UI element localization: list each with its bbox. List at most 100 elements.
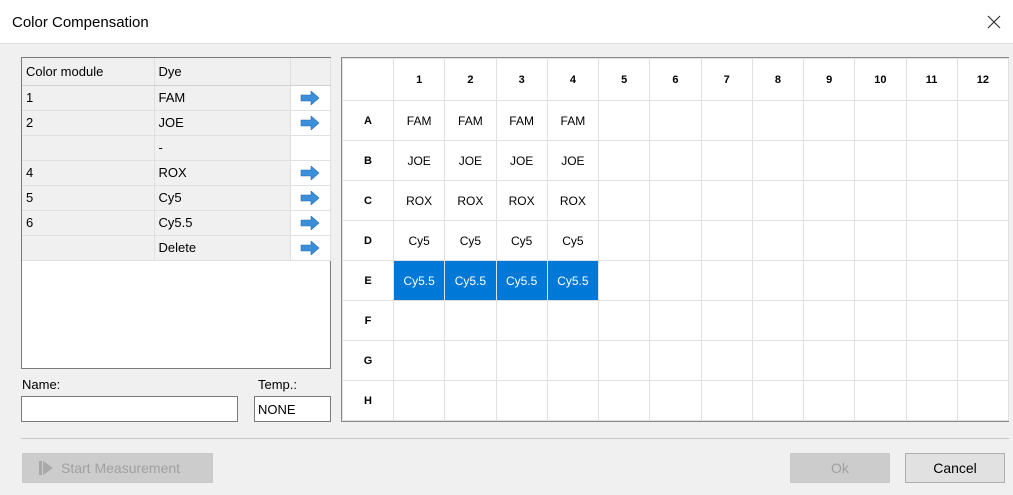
plate-well[interactable]	[956, 260, 1010, 301]
plate-well[interactable]: Cy5.5	[444, 260, 497, 301]
plate-row-header[interactable]: F	[342, 300, 394, 341]
close-button[interactable]	[979, 8, 1009, 36]
plate-well[interactable]	[700, 300, 753, 341]
plate-column-header[interactable]: 7	[700, 58, 753, 101]
plate-well[interactable]	[546, 380, 600, 421]
dye-row-assign-button[interactable]	[290, 185, 331, 211]
plate-well[interactable]: FAM	[546, 100, 600, 141]
plate-well[interactable]	[597, 140, 651, 181]
plate-well[interactable]	[649, 100, 702, 141]
plate-row-header[interactable]: A	[342, 100, 394, 141]
plate-well[interactable]: Cy5	[444, 220, 497, 261]
plate-well[interactable]	[700, 340, 753, 381]
plate-well[interactable]	[956, 180, 1010, 221]
plate-row-header[interactable]: H	[342, 380, 394, 421]
plate-well[interactable]: JOE	[546, 140, 600, 181]
dye-row-dye[interactable]: -	[154, 135, 291, 161]
plate-well[interactable]	[751, 140, 805, 181]
plate-well[interactable]	[854, 300, 907, 341]
plate-column-header[interactable]: 2	[444, 58, 497, 101]
plate-well[interactable]	[854, 220, 907, 261]
plate-well[interactable]: Cy5.5	[546, 260, 600, 301]
plate-well[interactable]	[854, 140, 907, 181]
plate-well[interactable]	[546, 340, 600, 381]
plate-well[interactable]	[905, 180, 958, 221]
dye-row[interactable]: 2 JOE	[22, 110, 331, 136]
plate-well[interactable]	[905, 380, 958, 421]
plate-well[interactable]	[444, 380, 497, 421]
plate-column-header[interactable]: 1	[392, 58, 446, 101]
plate-well[interactable]: JOE	[495, 140, 548, 181]
dye-row[interactable]: 4 ROX	[22, 160, 331, 186]
plate-well[interactable]	[751, 340, 805, 381]
plate-well[interactable]: FAM	[392, 100, 446, 141]
plate-well[interactable]	[956, 340, 1010, 381]
plate-well[interactable]: Cy5	[392, 220, 446, 261]
plate-well[interactable]	[649, 260, 702, 301]
plate-row-header[interactable]: E	[342, 260, 394, 301]
plate-well[interactable]	[700, 140, 753, 181]
plate-well[interactable]	[854, 340, 907, 381]
dye-row[interactable]: 6 Cy5.5	[22, 210, 331, 236]
plate-well[interactable]: Cy5	[546, 220, 600, 261]
plate-well[interactable]	[802, 260, 856, 301]
plate-well[interactable]	[802, 220, 856, 261]
dye-row-assign-button[interactable]	[290, 235, 331, 261]
plate-well[interactable]	[649, 140, 702, 181]
plate-well[interactable]	[495, 340, 548, 381]
plate-column-header[interactable]: 5	[597, 58, 651, 101]
plate-well[interactable]	[597, 220, 651, 261]
temp-input[interactable]	[254, 396, 331, 422]
plate-well[interactable]	[495, 380, 548, 421]
plate-well[interactable]	[854, 380, 907, 421]
plate-well[interactable]	[546, 300, 600, 341]
plate-well[interactable]: Cy5.5	[495, 260, 548, 301]
plate-well[interactable]	[649, 380, 702, 421]
ok-button[interactable]: Ok	[790, 453, 890, 483]
dye-row-dye[interactable]: ROX	[154, 160, 291, 186]
plate-well[interactable]	[956, 220, 1010, 261]
plate-well[interactable]: FAM	[444, 100, 497, 141]
plate-well[interactable]	[597, 100, 651, 141]
plate-column-header[interactable]: 10	[854, 58, 907, 101]
plate-well[interactable]: ROX	[444, 180, 497, 221]
plate-well[interactable]	[597, 300, 651, 341]
plate-well[interactable]	[392, 300, 446, 341]
plate-well[interactable]	[597, 380, 651, 421]
plate-column-header[interactable]: 6	[649, 58, 702, 101]
plate-well[interactable]	[802, 340, 856, 381]
plate-well[interactable]	[854, 260, 907, 301]
plate-well[interactable]	[444, 300, 497, 341]
plate-well[interactable]	[802, 380, 856, 421]
plate-well[interactable]	[597, 340, 651, 381]
dye-row-assign-button[interactable]	[290, 160, 331, 186]
plate-well[interactable]	[751, 300, 805, 341]
plate-well[interactable]	[649, 180, 702, 221]
plate-column-header[interactable]: 4	[546, 58, 600, 101]
plate-row-header[interactable]: C	[342, 180, 394, 221]
plate-well[interactable]	[905, 260, 958, 301]
dye-row-dye[interactable]: Cy5.5	[154, 210, 291, 236]
plate-row-header[interactable]: B	[342, 140, 394, 181]
cancel-button[interactable]: Cancel	[905, 453, 1005, 483]
plate-well[interactable]: ROX	[495, 180, 548, 221]
plate-well[interactable]	[905, 300, 958, 341]
plate-well[interactable]: Cy5.5	[392, 260, 446, 301]
plate-row-header[interactable]: G	[342, 340, 394, 381]
plate-well[interactable]: ROX	[392, 180, 446, 221]
plate-well[interactable]	[649, 340, 702, 381]
plate-row-header[interactable]: D	[342, 220, 394, 261]
dye-row-dye[interactable]: Delete	[154, 235, 291, 261]
plate-well[interactable]	[751, 260, 805, 301]
plate-well[interactable]	[700, 100, 753, 141]
column-header-color-module[interactable]: Color module	[22, 58, 155, 86]
plate-column-header[interactable]: 12	[956, 58, 1010, 101]
plate-well[interactable]	[751, 180, 805, 221]
plate-well[interactable]	[905, 340, 958, 381]
plate-well[interactable]	[597, 260, 651, 301]
dye-row[interactable]: 5 Cy5	[22, 185, 331, 211]
plate-column-header[interactable]: 9	[802, 58, 856, 101]
plate-well[interactable]	[444, 340, 497, 381]
start-measurement-button[interactable]: Start Measurement	[22, 453, 213, 483]
plate-well[interactable]	[597, 180, 651, 221]
